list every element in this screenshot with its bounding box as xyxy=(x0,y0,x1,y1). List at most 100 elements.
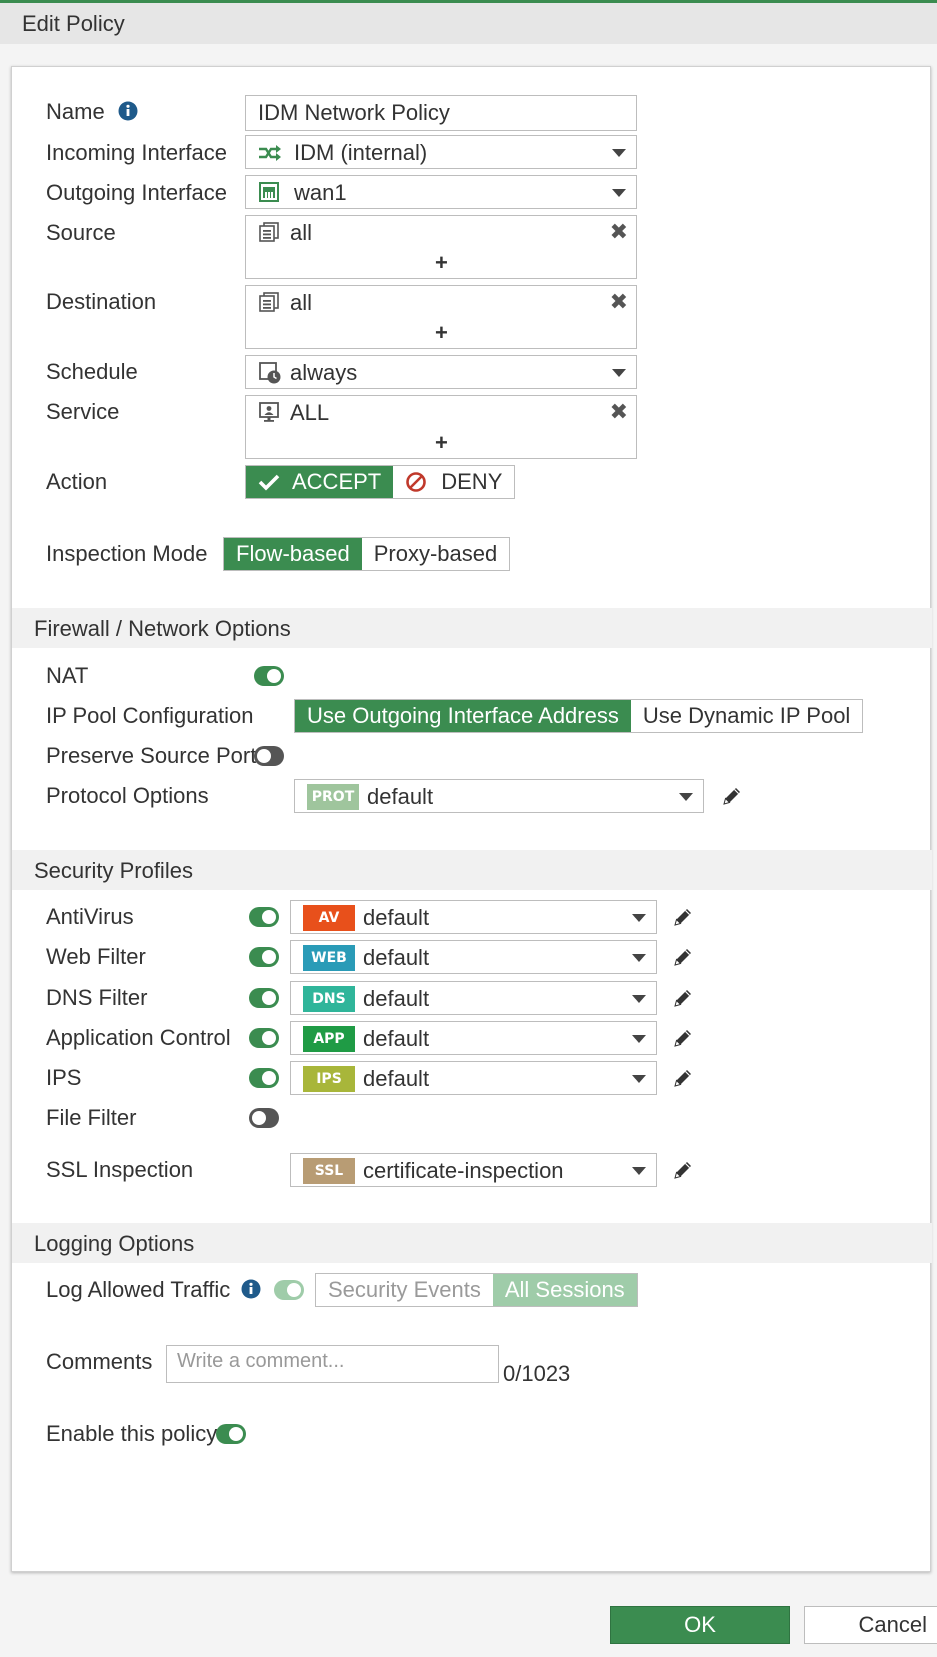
deny-icon xyxy=(406,472,427,492)
antivirus-toggle[interactable] xyxy=(249,907,279,927)
add-source-icon[interactable]: + xyxy=(435,252,448,274)
ssl-badge: SSL xyxy=(303,1158,355,1184)
info-icon[interactable] xyxy=(241,1279,261,1299)
log-allowed-traffic-toggle[interactable] xyxy=(274,1280,304,1300)
cancel-button[interactable]: Cancel xyxy=(804,1606,937,1644)
deny-label: DENY xyxy=(441,469,503,494)
edit-pencil-icon[interactable] xyxy=(672,906,694,928)
address-icon xyxy=(259,222,279,242)
comments-counter: 0/1023 xyxy=(503,1361,571,1386)
security-events-button[interactable]: Security Events xyxy=(316,1274,493,1306)
edit-pencil-icon[interactable] xyxy=(672,987,694,1009)
dns-filter-select[interactable]: DNS default xyxy=(290,981,657,1015)
policy-form: Name Incoming Interface IDM (internal) O… xyxy=(11,66,932,1572)
info-icon[interactable] xyxy=(118,101,138,121)
service-value: ALL xyxy=(290,400,330,425)
protocol-options-label: Protocol Options xyxy=(46,783,209,808)
preserve-source-port-label: Preserve Source Port xyxy=(46,743,257,768)
use-outgoing-interface-button[interactable]: Use Outgoing Interface Address xyxy=(295,700,631,732)
chevron-down-icon xyxy=(632,1075,646,1083)
comments-textarea[interactable] xyxy=(166,1345,499,1383)
logging-section-header: Logging Options xyxy=(12,1223,932,1263)
web-badge: WEB xyxy=(303,945,355,971)
all-sessions-button[interactable]: All Sessions xyxy=(492,1274,637,1306)
web-filter-value: default xyxy=(363,945,430,970)
application-control-select[interactable]: APP default xyxy=(290,1021,657,1055)
source-value: all xyxy=(290,220,313,245)
chevron-down-icon xyxy=(632,954,646,962)
inspection-mode-label: Inspection Mode xyxy=(46,541,208,566)
remove-icon[interactable]: ✖ xyxy=(610,291,628,313)
service-field[interactable]: ALL ✖ + xyxy=(245,395,637,459)
add-destination-icon[interactable]: + xyxy=(435,322,448,344)
incoming-interface-value: IDM (internal) xyxy=(294,140,428,165)
chevron-down-icon xyxy=(612,149,626,157)
chevron-down-icon xyxy=(632,995,646,1003)
name-input[interactable] xyxy=(245,95,637,131)
ips-toggle[interactable] xyxy=(249,1068,279,1088)
page-title: Edit Policy xyxy=(22,11,125,36)
service-monitor-icon xyxy=(259,402,279,422)
app-badge: APP xyxy=(303,1026,355,1052)
ssl-inspection-value: certificate-inspection xyxy=(363,1158,564,1183)
web-filter-select[interactable]: WEB default xyxy=(290,940,657,974)
application-control-label: Application Control xyxy=(46,1025,231,1050)
log-mode-toggle: Security Events All Sessions xyxy=(315,1273,638,1307)
dns-filter-value: default xyxy=(363,986,430,1011)
edit-pencil-icon[interactable] xyxy=(672,1027,694,1049)
chevron-down-icon xyxy=(612,369,626,377)
preserve-source-port-toggle[interactable] xyxy=(254,746,284,766)
remove-icon[interactable]: ✖ xyxy=(610,221,628,243)
dns-badge: DNS xyxy=(303,986,355,1012)
proxy-based-button[interactable]: Proxy-based xyxy=(361,538,510,570)
nat-label: NAT xyxy=(46,663,89,688)
dns-filter-toggle[interactable] xyxy=(249,988,279,1008)
schedule-select[interactable]: always xyxy=(245,355,637,389)
check-icon xyxy=(258,474,280,491)
schedule-value: always xyxy=(290,360,358,385)
firewall-section-header: Firewall / Network Options xyxy=(12,608,932,648)
file-filter-toggle[interactable] xyxy=(249,1108,279,1128)
file-filter-label: File Filter xyxy=(46,1105,137,1130)
application-control-value: default xyxy=(363,1026,430,1051)
edit-pencil-icon[interactable] xyxy=(672,946,694,968)
remove-icon[interactable]: ✖ xyxy=(610,401,628,423)
flow-based-button[interactable]: Flow-based xyxy=(224,538,362,570)
chevron-down-icon xyxy=(632,1167,646,1175)
nat-toggle[interactable] xyxy=(254,666,284,686)
action-accept-button[interactable]: ACCEPT xyxy=(246,466,394,498)
ok-button[interactable]: OK xyxy=(610,1606,790,1644)
ssl-inspection-label: SSL Inspection xyxy=(46,1157,194,1182)
edit-pencil-icon[interactable] xyxy=(672,1159,694,1181)
antivirus-value: default xyxy=(363,905,430,930)
destination-field[interactable]: all ✖ + xyxy=(245,285,637,349)
protocol-options-select[interactable]: PROT default xyxy=(294,779,704,813)
edit-pencil-icon[interactable] xyxy=(672,1067,694,1089)
source-label: Source xyxy=(46,220,116,245)
prot-badge: PROT xyxy=(307,784,359,810)
log-allowed-traffic-label: Log Allowed Traffic xyxy=(46,1277,231,1302)
application-control-toggle[interactable] xyxy=(249,1028,279,1048)
action-deny-button[interactable]: DENY xyxy=(393,466,515,498)
enable-policy-toggle[interactable] xyxy=(216,1424,246,1444)
schedule-label: Schedule xyxy=(46,359,138,384)
schedule-clock-icon xyxy=(259,362,281,384)
dns-filter-label: DNS Filter xyxy=(46,985,148,1010)
ips-select[interactable]: IPS default xyxy=(290,1061,657,1095)
outgoing-interface-select[interactable]: wan1 xyxy=(245,175,637,209)
antivirus-select[interactable]: AV default xyxy=(290,900,657,934)
ip-pool-label: IP Pool Configuration xyxy=(46,703,254,728)
chevron-down-icon xyxy=(632,914,646,922)
web-filter-label: Web Filter xyxy=(46,944,146,969)
ssl-inspection-select[interactable]: SSL certificate-inspection xyxy=(290,1153,657,1187)
network-port-icon xyxy=(259,182,279,202)
edit-pencil-icon[interactable] xyxy=(721,785,743,807)
use-dynamic-ip-pool-button[interactable]: Use Dynamic IP Pool xyxy=(630,700,863,732)
add-service-icon[interactable]: + xyxy=(435,432,448,454)
incoming-interface-select[interactable]: IDM (internal) xyxy=(245,135,637,169)
address-icon xyxy=(259,292,279,312)
chevron-down-icon xyxy=(679,793,693,801)
web-filter-toggle[interactable] xyxy=(249,947,279,967)
source-field[interactable]: all ✖ + xyxy=(245,215,637,279)
enable-policy-label: Enable this policy xyxy=(46,1421,218,1446)
